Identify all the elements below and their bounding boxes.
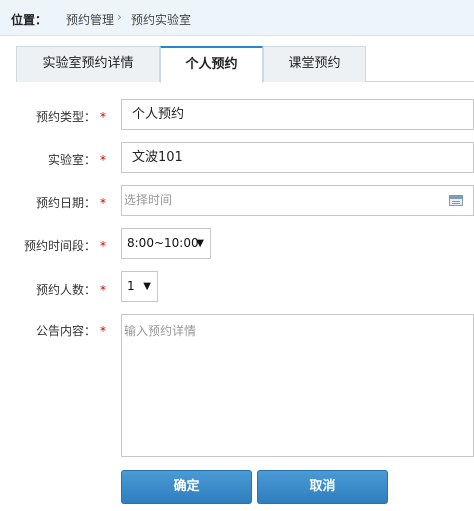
confirm-button[interactable]: 确定 [121, 470, 252, 504]
dropdown-arrow-icon: ▼ [143, 281, 151, 292]
tab-bar: 实验室预约详情 个人预约 课堂预约 [16, 46, 474, 83]
date-label: 预约日期： * [0, 194, 106, 211]
time-slot-label: 预约时间段： * [0, 237, 106, 254]
people-label-text: 预约人数： [35, 283, 96, 297]
reservation-type-value: 个人预约 [132, 107, 185, 122]
breadcrumb: 位置： 预约管理 › 预约实验室 [0, 0, 474, 36]
type-label-text: 预约类型： [35, 110, 96, 124]
time-slot-label-text: 预约时间段： [23, 239, 96, 253]
time-slot-value: 8:00~10:00 [127, 236, 199, 250]
people-label: 预约人数： * [0, 281, 106, 298]
people-count-select[interactable]: 1 ▼ [121, 271, 158, 302]
breadcrumb-item-reservation-management[interactable]: 预约管理 [66, 11, 114, 28]
required-mark: * [100, 283, 106, 297]
time-slot-select[interactable]: 8:00~10:00 ▼ [121, 228, 211, 259]
breadcrumb-item-lab-reservation: 预约实验室 [131, 13, 192, 27]
notice-content-textarea[interactable]: 输入预约详情 [121, 314, 474, 457]
required-mark: * [100, 239, 106, 253]
notice-placeholder: 输入预约详情 [124, 324, 197, 338]
tab-lab-reservation-details[interactable]: 实验室预约详情 [16, 46, 160, 82]
calendar-icon[interactable] [449, 195, 463, 206]
notice-label: 公告内容： * [0, 322, 106, 339]
dropdown-arrow-icon: ▼ [196, 238, 204, 249]
lab-label: 实验室： * [0, 151, 106, 168]
cancel-button[interactable]: 取消 [257, 470, 388, 504]
people-count-value: 1 [127, 279, 135, 293]
required-mark: * [100, 110, 106, 124]
lab-field[interactable]: 文波101 [121, 142, 474, 173]
type-label: 预约类型： * [0, 108, 106, 125]
notice-label-text: 公告内容： [35, 324, 96, 338]
reservation-type-field[interactable]: 个人预约 [121, 99, 474, 130]
tab-class-reservation[interactable]: 课堂预约 [263, 46, 366, 82]
lab-value: 文波101 [132, 150, 183, 165]
date-placeholder: 选择时间 [124, 193, 173, 207]
breadcrumb-separator-icon: › [117, 10, 122, 24]
lab-label-text: 实验室： [47, 153, 96, 167]
date-label-text: 预约日期： [35, 196, 96, 210]
breadcrumb-label: 位置： [11, 13, 48, 27]
required-mark: * [100, 153, 106, 167]
tab-personal-reservation[interactable]: 个人预约 [160, 46, 263, 83]
required-mark: * [100, 196, 106, 210]
required-mark: * [100, 324, 106, 338]
date-picker-input[interactable]: 选择时间 [121, 185, 474, 216]
